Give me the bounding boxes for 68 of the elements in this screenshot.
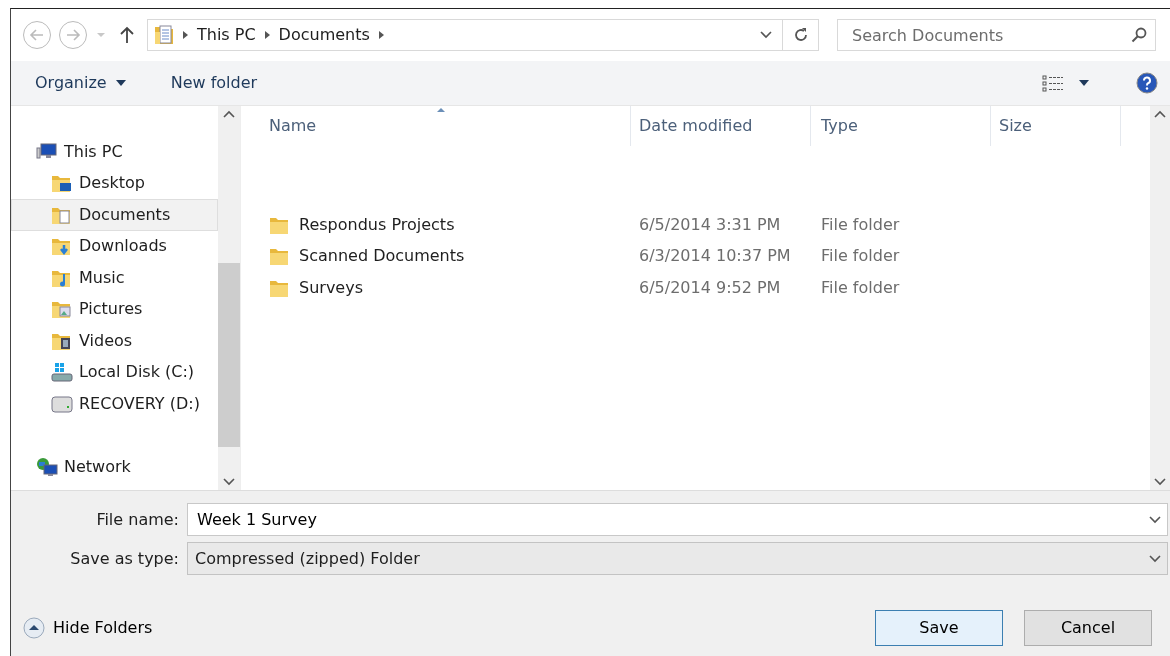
table-cell-text: File folder <box>820 213 901 236</box>
folder-icon <box>51 236 73 257</box>
breadcrumb-arrow-icon[interactable] <box>182 30 189 40</box>
address-bar[interactable]: This PC Documents <box>147 19 819 51</box>
table-cell-text: 6/3/2014 10:37 PM <box>638 245 792 268</box>
network-icon <box>36 457 58 478</box>
scrollbar[interactable] <box>1150 106 1170 490</box>
field-label: File name: <box>95 508 180 531</box>
sidebar-item[interactable]: RECOVERY (D:) <box>11 388 218 420</box>
search-box[interactable]: Search Documents <box>837 19 1156 51</box>
field-label: Save as type: <box>69 547 180 570</box>
sidebar-item[interactable]: Documents <box>11 199 218 231</box>
organize-menu[interactable]: Organize <box>33 69 129 97</box>
scroll-down-icon[interactable] <box>1154 478 1166 486</box>
folder-icon <box>51 173 73 194</box>
column-header[interactable]: Date modified <box>631 106 811 146</box>
breadcrumb[interactable]: This PC <box>197 23 256 47</box>
left-arrow-icon <box>29 29 45 41</box>
column-header[interactable]: Size <box>991 106 1121 146</box>
table-cell-text: File folder <box>820 245 901 268</box>
collapse-icon <box>23 617 45 639</box>
hard-drive-icon <box>51 362 73 383</box>
up-arrow-icon[interactable] <box>119 26 135 44</box>
table-cell-text: 6/5/2014 9:52 PM <box>638 276 782 299</box>
search-field[interactable]: Search Documents <box>850 20 1131 50</box>
computer-icon <box>36 141 58 162</box>
sidebar-item[interactable]: Videos <box>11 325 218 357</box>
right-arrow-icon <box>65 29 81 41</box>
search-icon[interactable] <box>1131 27 1147 43</box>
chevron-down-icon <box>1149 554 1161 563</box>
refresh-icon <box>792 27 809 43</box>
file-type-dropdown[interactable]: Compressed (zipped) Folder <box>187 542 1168 575</box>
chevron-down-icon[interactable] <box>760 31 772 39</box>
sort-arrow-icon <box>435 107 446 113</box>
sidebar-item[interactable]: Music <box>11 262 218 294</box>
sidebar-item[interactable]: Desktop <box>11 167 218 199</box>
new-folder-button[interactable]: New folder <box>168 69 260 97</box>
chevron-down-icon[interactable] <box>1149 515 1161 524</box>
folder-icon <box>51 299 73 320</box>
folder-icon <box>269 246 289 267</box>
file-name[interactable]: Scanned Documents <box>299 244 465 269</box>
table-cell-text: 6/5/2014 3:31 PM <box>638 213 782 236</box>
file-name[interactable]: Surveys <box>299 275 363 300</box>
breadcrumb-arrow-icon[interactable] <box>263 30 271 40</box>
help-icon[interactable] <box>1136 72 1158 94</box>
hide-folders-button[interactable]: Hide Folders <box>23 616 153 640</box>
dialog-button[interactable]: Save <box>875 610 1003 646</box>
scroll-up-icon[interactable] <box>223 110 235 118</box>
caret-icon[interactable] <box>1078 79 1090 87</box>
sidebar-item[interactable]: This PC <box>11 136 218 168</box>
sidebar-item[interactable]: Local Disk (C:) <box>11 356 218 388</box>
caret-icon <box>114 79 127 87</box>
hard-drive-icon <box>51 393 73 414</box>
column-header[interactable]: Type <box>811 106 991 146</box>
documents-folder-icon <box>154 24 174 46</box>
breadcrumb[interactable]: Documents <box>278 23 370 47</box>
sidebar-item[interactable]: Network <box>11 451 218 483</box>
column-header[interactable]: Name <box>241 106 631 146</box>
sidebar-item[interactable]: Downloads <box>11 230 218 262</box>
view-options-icon[interactable] <box>1042 74 1064 92</box>
file-name[interactable]: Respondus Projects <box>299 212 455 237</box>
dialog-button[interactable]: Cancel <box>1024 610 1152 646</box>
table-cell-text: File folder <box>820 276 901 299</box>
sidebar-item[interactable]: Pictures <box>11 293 218 325</box>
breadcrumb-arrow-icon[interactable] <box>377 30 385 40</box>
scrollbar[interactable] <box>218 106 240 490</box>
scroll-up-icon[interactable] <box>1154 110 1166 118</box>
scroll-down-icon[interactable] <box>223 478 235 486</box>
